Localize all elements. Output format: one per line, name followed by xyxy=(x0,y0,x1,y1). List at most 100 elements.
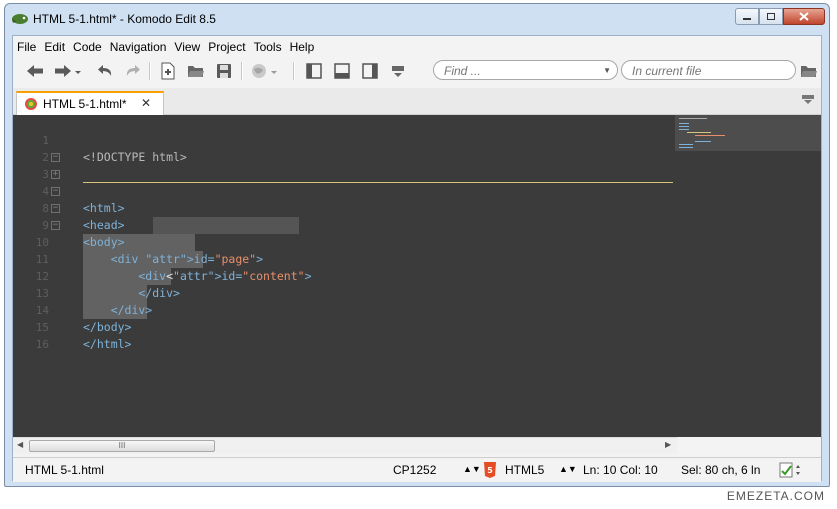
fold-collapse-icon[interactable]: − xyxy=(51,221,60,230)
code-line: 1 <!DOCTYPE html> xyxy=(13,115,673,164)
menu-code[interactable]: Code xyxy=(69,38,106,56)
syntax-check-icon[interactable] xyxy=(779,461,803,479)
watermark: EMEZETA.COM xyxy=(726,489,825,503)
undo-button[interactable] xyxy=(95,61,117,81)
tab-list-icon[interactable] xyxy=(801,94,815,104)
globe-dropdown-icon xyxy=(252,64,277,78)
browser-preview-button[interactable] xyxy=(249,61,283,81)
code-editor[interactable]: 1 <!DOCTYPE html> 2 3 − <html> 4 + <head… xyxy=(13,115,821,437)
status-bar: HTML 5-1.html CP1252 ▲▼ 5 HTML5 ▲▼ Ln: 1… xyxy=(13,457,821,482)
minimap-preview xyxy=(679,118,725,148)
minimize-icon xyxy=(743,17,751,20)
status-encoding[interactable]: CP1252 xyxy=(393,463,436,477)
fold-expand-icon[interactable]: + xyxy=(51,170,60,179)
open-file-button[interactable] xyxy=(185,61,207,81)
line-text: </html> xyxy=(83,337,132,351)
left-pane-icon xyxy=(306,63,322,79)
right-pane-icon xyxy=(362,63,378,79)
window-controls xyxy=(735,8,825,26)
menu-navigation[interactable]: Navigation xyxy=(106,38,171,56)
code-line: 13 </div> xyxy=(13,268,673,317)
code-line: 10 − <div "attr">id="content"> xyxy=(13,217,673,284)
window-title: HTML 5-1.html* - Komodo Edit 8.5 xyxy=(33,12,216,26)
menu-file[interactable]: File xyxy=(13,38,40,56)
toggle-left-pane-button[interactable] xyxy=(303,61,325,81)
menu-help[interactable]: Help xyxy=(286,38,319,56)
close-button[interactable] xyxy=(783,8,825,25)
tab-html-5-1[interactable]: HTML 5-1.html* ✕ xyxy=(16,91,164,115)
code-line: 8 − <body> xyxy=(13,183,673,250)
horizontal-scrollbar[interactable]: ◀ III ▶ xyxy=(13,437,677,454)
language-spinner-icon[interactable]: ▲▼ xyxy=(559,464,577,474)
menu-project[interactable]: Project xyxy=(204,38,249,56)
status-selection: Sel: 80 ch, 6 ln xyxy=(681,463,761,477)
menu-edit[interactable]: Edit xyxy=(40,38,69,56)
status-cursor-position: Ln: 10 Col: 10 xyxy=(583,463,658,477)
title-bar: HTML 5-1.html* - Komodo Edit 8.5 xyxy=(5,4,829,34)
maximize-button[interactable] xyxy=(759,8,783,25)
scroll-left-icon[interactable]: ◀ xyxy=(17,440,23,449)
fold-collapse-icon[interactable]: − xyxy=(51,187,60,196)
toolbar-overflow-button[interactable] xyxy=(387,61,409,81)
fold-collapse-icon[interactable]: − xyxy=(51,204,60,213)
toolbar-menu-icon xyxy=(392,66,404,77)
toolbar-separator xyxy=(241,62,243,80)
folder-open-icon xyxy=(801,66,817,77)
toolbar-separator xyxy=(149,62,151,80)
toggle-bottom-pane-button[interactable] xyxy=(331,61,353,81)
back-button[interactable] xyxy=(23,61,47,81)
new-file-icon xyxy=(161,62,175,80)
arrow-left-icon xyxy=(27,65,43,77)
toggle-right-pane-button[interactable] xyxy=(359,61,381,81)
toolbar-separator xyxy=(293,62,295,80)
menu-tools[interactable]: Tools xyxy=(250,38,286,56)
code-line: 3 − <html> xyxy=(13,149,673,216)
minimize-button[interactable] xyxy=(735,8,759,25)
arrow-right-dropdown-icon xyxy=(55,65,81,77)
scope-input[interactable] xyxy=(630,63,784,79)
code-line: 2 xyxy=(13,132,673,164)
scrollbar-thumb[interactable]: III xyxy=(29,440,215,452)
app-window: HTML 5-1.html* - Komodo Edit 8.5 File Ed… xyxy=(4,3,830,487)
code-line: 12 </div> xyxy=(13,251,673,300)
forward-button[interactable] xyxy=(51,61,85,81)
close-tab-icon[interactable]: ✕ xyxy=(141,96,151,110)
save-icon xyxy=(217,64,231,78)
folder-open-icon xyxy=(188,66,204,77)
line-number: 16 xyxy=(35,338,49,351)
code-line: 11 < xyxy=(13,234,673,283)
code-line: 4 + <head> xyxy=(13,166,673,233)
code-minimap[interactable] xyxy=(675,115,821,151)
redo-button[interactable] xyxy=(121,61,143,81)
svg-text:5: 5 xyxy=(487,466,493,475)
fold-collapse-icon[interactable]: − xyxy=(51,153,60,162)
chrome-browser-icon xyxy=(25,98,37,110)
close-icon xyxy=(799,12,809,21)
undo-icon xyxy=(98,65,112,76)
chevron-down-icon[interactable]: ▼ xyxy=(603,66,611,75)
open-file-dialog-button[interactable] xyxy=(799,61,819,81)
new-file-button[interactable] xyxy=(157,61,179,81)
code-line: 14 </body> xyxy=(13,285,673,334)
main-client-area: File Edit Code Navigation View Project T… xyxy=(12,35,822,482)
save-button[interactable] xyxy=(213,61,235,81)
menu-view[interactable]: View xyxy=(170,38,204,56)
html5-icon: 5 xyxy=(484,462,496,478)
scroll-right-icon[interactable]: ▶ xyxy=(665,440,671,449)
komodo-logo-icon xyxy=(12,14,28,24)
status-language[interactable]: HTML5 xyxy=(505,463,544,477)
code-line: 16 xyxy=(13,319,673,351)
status-filename: HTML 5-1.html xyxy=(25,463,104,477)
menu-bar: File Edit Code Navigation View Project T… xyxy=(13,38,318,56)
scope-field[interactable] xyxy=(621,60,796,80)
tab-label: HTML 5-1.html* xyxy=(43,97,127,111)
redo-icon xyxy=(126,65,140,76)
bottom-pane-icon xyxy=(334,63,350,79)
tab-bar: HTML 5-1.html* ✕ xyxy=(13,88,821,115)
find-field[interactable]: ▼ xyxy=(433,60,618,80)
code-line: 15 </html> xyxy=(13,302,673,351)
restore-icon xyxy=(767,13,775,20)
find-input[interactable] xyxy=(442,63,596,79)
code-line: 9 − <div "attr">id="page"> xyxy=(13,200,673,267)
encoding-spinner-icon[interactable]: ▲▼ xyxy=(463,464,481,474)
